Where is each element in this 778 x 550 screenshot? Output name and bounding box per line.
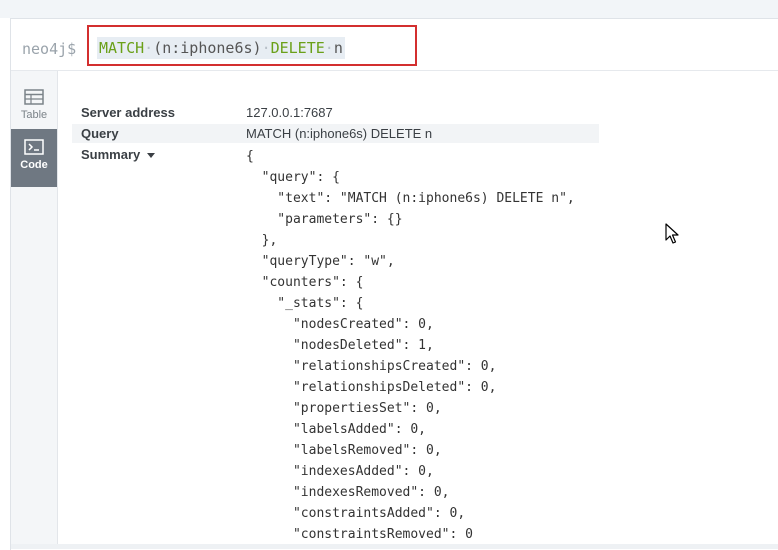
bottom-strip [11,544,778,549]
table-icon [24,89,44,105]
json-line: "query": { [246,170,340,185]
editor-prompt: neo4j$ [22,40,77,58]
code-icon [24,139,44,155]
command-variable: n [333,39,343,57]
command-keyword-delete: DELETE [270,39,325,57]
json-line: "relationshipsCreated": 0, [246,359,497,374]
json-line: "queryType": "w", [246,254,395,269]
query-label: Query [81,126,119,141]
server-address-value: 127.0.0.1:7687 [246,105,333,120]
json-line: "nodesDeleted": 1, [246,338,434,353]
command-text[interactable]: MATCH·(n:iphone6s)·DELETE·n [97,37,345,59]
json-line: "parameters": {} [246,212,403,227]
command-pattern: (n:iphone6s) [153,39,262,57]
json-line: }, [246,233,278,248]
json-line: "constraintsRemoved": 0 [246,527,473,542]
code-view: Server address 127.0.0.1:7687 Query MATC… [58,71,778,549]
query-value: MATCH (n:iphone6s) DELETE n [246,126,433,141]
server-address-label: Server address [81,105,175,120]
summary-json: { "query": { "text": "MATCH (n:iphone6s)… [246,146,575,545]
json-line: "indexesAdded": 0, [246,464,434,479]
json-line: "indexesRemoved": 0, [246,485,450,500]
summary-label: Summary [81,147,141,162]
json-line: { [246,149,254,164]
tab-code[interactable]: Code [11,129,57,187]
json-line: "relationshipsDeleted": 0, [246,380,497,395]
view-sidebar: Table Code [11,71,58,549]
json-line: "labelsAdded": 0, [246,422,427,437]
json-line: "text": "MATCH (n:iphone6s) DELETE n", [246,191,575,206]
json-line: "propertiesSet": 0, [246,401,442,416]
mouse-pointer-icon [665,223,679,244]
summary-toggle[interactable]: Summary [81,147,156,162]
json-line: "counters": { [246,275,364,290]
top-strip [0,0,778,18]
json-line: "_stats": { [246,296,364,311]
tab-code-label: Code [20,159,48,171]
json-line: "labelsRemoved": 0, [246,443,442,458]
tab-table-label: Table [20,109,48,121]
json-line: "nodesCreated": 0, [246,317,434,332]
json-line: "constraintsAdded": 0, [246,506,466,521]
caret-down-icon [147,153,156,159]
command-keyword-match: MATCH [99,39,145,57]
editor-bar[interactable]: neo4j$ MATCH·(n:iphone6s)·DELETE·n [11,25,778,71]
